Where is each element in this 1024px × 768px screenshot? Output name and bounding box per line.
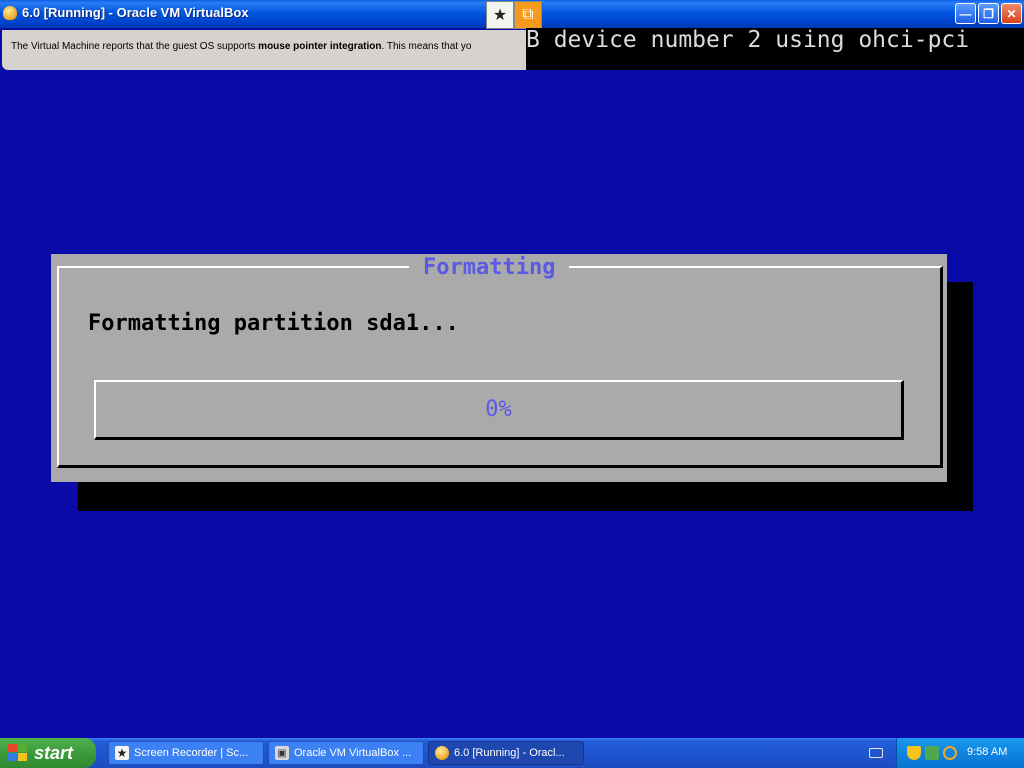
network-icon[interactable]: [925, 746, 939, 760]
dialog-message: Formatting partition sda1...: [88, 311, 459, 336]
close-icon: ✕: [1006, 6, 1017, 21]
close-button[interactable]: ✕: [1001, 3, 1022, 24]
minimize-button[interactable]: —: [955, 3, 976, 24]
notification-suffix: . This means that yo: [381, 41, 472, 52]
notification-bold-text: mouse pointer integration: [258, 41, 382, 52]
taskbar-item-label: Oracle VM VirtualBox ...: [294, 747, 412, 759]
console-output: B device number 2 using ohci-pci: [526, 28, 1024, 70]
seamless-mode-icon[interactable]: ⧉: [514, 1, 542, 29]
virtualbox-app-icon: [3, 6, 17, 20]
taskbar-item-screen-recorder[interactable]: ★ Screen Recorder | Sc...: [108, 741, 264, 765]
notification-prefix: The Virtual Machine reports that the gue…: [11, 41, 259, 52]
clock[interactable]: 9:58 AM: [967, 746, 1007, 758]
security-shield-icon[interactable]: [907, 746, 921, 760]
windows-logo-icon: [8, 744, 28, 762]
virtualbox-vm-icon: [435, 746, 449, 760]
start-button[interactable]: start: [0, 738, 96, 768]
console-line: B device number 2 using ohci-pci: [526, 28, 970, 53]
taskbar: start ★ Screen Recorder | Sc... ▣ Oracle…: [0, 738, 1024, 768]
progress-bar: 0%: [94, 380, 904, 440]
dialog-title: Formatting: [409, 255, 570, 280]
taskbar-item-label: Screen Recorder | Sc...: [134, 747, 249, 759]
taskbar-item-vm-running[interactable]: 6.0 [Running] - Oracl...: [428, 741, 584, 765]
keyboard-icon[interactable]: [869, 748, 883, 758]
formatting-dialog: Formatting Formatting partition sda1... …: [51, 254, 947, 482]
recorder-icon: ★: [115, 746, 129, 760]
screen-recorder-icon[interactable]: ★: [486, 1, 514, 29]
maximize-button[interactable]: ❐: [978, 3, 999, 24]
restore-icon: ❐: [983, 6, 994, 21]
taskbar-item-label: 6.0 [Running] - Oracl...: [454, 747, 565, 759]
system-tray: 9:58 AM: [896, 738, 1024, 768]
progress-percent: 0%: [485, 397, 512, 422]
taskbar-item-virtualbox-manager[interactable]: ▣ Oracle VM VirtualBox ...: [268, 741, 424, 765]
search-icon[interactable]: [943, 746, 957, 760]
window-title: 6.0 [Running] - Oracle VM VirtualBox: [22, 5, 249, 20]
virtualbox-manager-icon: ▣: [275, 746, 289, 760]
minimize-icon: —: [959, 6, 972, 21]
window-title-bar[interactable]: 6.0 [Running] - Oracle VM VirtualBox ★ ⧉…: [0, 0, 1024, 29]
start-label: start: [34, 742, 74, 763]
